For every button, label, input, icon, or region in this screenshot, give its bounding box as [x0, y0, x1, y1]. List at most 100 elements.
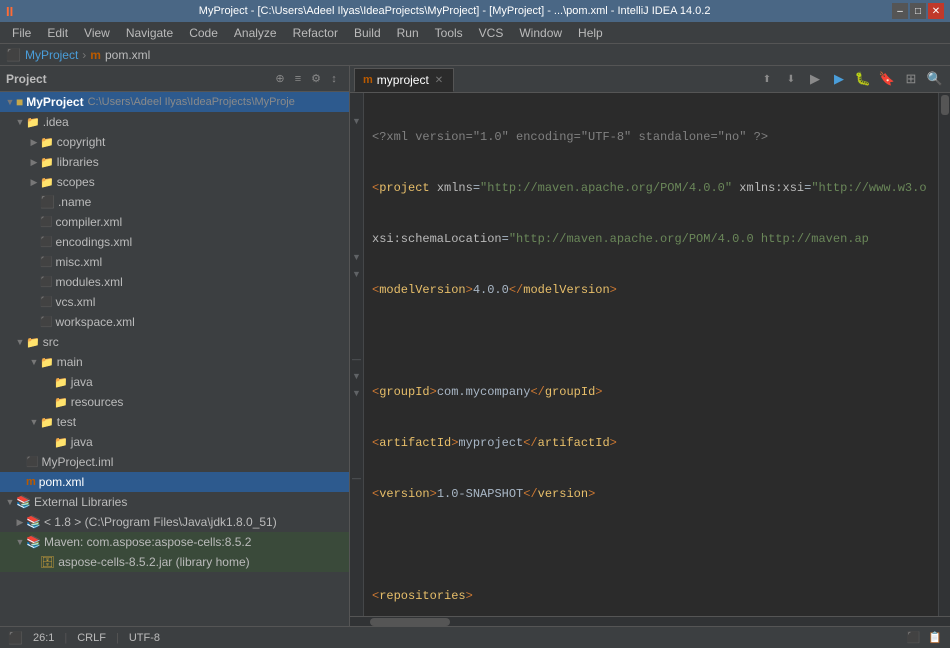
sort-icon[interactable]: ↕: [325, 70, 343, 88]
tree-label-resources: resources: [71, 395, 124, 409]
fold-mark[interactable]: [350, 146, 363, 163]
fold-mark[interactable]: [350, 418, 363, 435]
structure-icon[interactable]: ⊞: [900, 68, 922, 90]
nav-file-label[interactable]: pom.xml: [105, 48, 150, 62]
status-line-sep[interactable]: CRLF: [77, 632, 106, 644]
menu-run[interactable]: Run: [389, 22, 427, 43]
menu-edit[interactable]: Edit: [39, 22, 76, 43]
tree-label-myproject: MyProject: [26, 95, 83, 109]
collapse-all-icon[interactable]: ≡: [289, 70, 307, 88]
tree-item-libraries[interactable]: 📁 libraries: [0, 152, 349, 172]
tree-item-ext-libs[interactable]: 📚 External Libraries: [0, 492, 349, 512]
fold-mark[interactable]: [350, 401, 363, 418]
tree-item-workspace[interactable]: ⬛ workspace.xml: [0, 312, 349, 332]
fold-mark[interactable]: [350, 129, 363, 146]
scroll-down-icon[interactable]: ⬇: [780, 68, 802, 90]
menu-help[interactable]: Help: [570, 22, 611, 43]
menu-view[interactable]: View: [76, 22, 118, 43]
tree-item-myproject-iml[interactable]: ⬛ MyProject.iml: [0, 452, 349, 472]
settings-icon[interactable]: ⚙: [307, 70, 325, 88]
tree-item-pom[interactable]: m pom.xml: [0, 472, 349, 492]
tree-item-java-main[interactable]: 📁 java: [0, 372, 349, 392]
horizontal-scrollbar[interactable]: [350, 616, 950, 626]
arrow-jdk: [14, 517, 26, 528]
fold-mark[interactable]: [350, 197, 363, 214]
tree-item-misc[interactable]: ⬛ misc.xml: [0, 252, 349, 272]
menu-tools[interactable]: Tools: [427, 22, 471, 43]
tree-item-idea[interactable]: 📁 .idea: [0, 112, 349, 132]
menu-file[interactable]: File: [4, 22, 39, 43]
fold-mark[interactable]: [350, 180, 363, 197]
status-encoding[interactable]: UTF-8: [129, 632, 160, 644]
code-line-9: [372, 537, 938, 554]
tree-item-name[interactable]: ⬛ .name: [0, 192, 349, 212]
hscroll-thumb[interactable]: [370, 618, 450, 626]
close-button[interactable]: ✕: [928, 3, 944, 19]
tree-item-resources[interactable]: 📁 resources: [0, 392, 349, 412]
expand-icon[interactable]: ▶: [804, 68, 826, 90]
menu-window[interactable]: Window: [511, 22, 570, 43]
folder-icon-scopes: 📁: [40, 176, 54, 189]
tree-item-test[interactable]: 📁 test: [0, 412, 349, 432]
tree-item-main[interactable]: 📁 main: [0, 352, 349, 372]
search-icon[interactable]: 🔍: [924, 68, 946, 90]
tree-path-myproject: C:\Users\Adeel Ilyas\IdeaProjects\MyProj…: [88, 96, 295, 108]
fold-mark[interactable]: [350, 282, 363, 299]
tree-item-copyright[interactable]: 📁 copyright: [0, 132, 349, 152]
debug-icon[interactable]: 🐛: [852, 68, 874, 90]
fold-mark[interactable]: [350, 299, 363, 316]
fold-mark[interactable]: —: [350, 350, 363, 367]
menu-vcs[interactable]: VCS: [471, 22, 512, 43]
tree-item-encodings[interactable]: ⬛ encodings.xml: [0, 232, 349, 252]
tree-item-jdk[interactable]: 📚 < 1.8 > (C:\Program Files\Java\jdk1.8.…: [0, 512, 349, 532]
tree-item-java-test[interactable]: 📁 java: [0, 432, 349, 452]
fold-mark[interactable]: ▼: [350, 248, 363, 265]
right-scrollbar[interactable]: [938, 93, 950, 616]
fold-mark[interactable]: ▼: [350, 367, 363, 384]
tree-item-maven-aspose[interactable]: 📚 Maven: com.aspose:aspose-cells:8.5.2: [0, 532, 349, 552]
run-icon[interactable]: ▶: [828, 68, 850, 90]
tree-label-idea: .idea: [43, 115, 69, 129]
tree-item-compiler[interactable]: ⬛ compiler.xml: [0, 212, 349, 232]
fold-mark[interactable]: [350, 333, 363, 350]
bookmark-icon[interactable]: 🔖: [876, 68, 898, 90]
fold-mark[interactable]: [350, 231, 363, 248]
tree-label-myproject-iml: MyProject.iml: [41, 455, 113, 469]
fold-mark[interactable]: [350, 95, 363, 112]
fold-mark[interactable]: —: [350, 469, 363, 486]
tab-close-icon[interactable]: ✕: [433, 75, 445, 86]
tree-item-myproject[interactable]: ■ MyProject C:\Users\Adeel Ilyas\IdeaPro…: [0, 92, 349, 112]
git-icon[interactable]: ⬛: [907, 631, 921, 644]
tree-label-misc: misc.xml: [55, 255, 102, 269]
tree-item-modules[interactable]: ⬛ modules.xml: [0, 272, 349, 292]
code-editor[interactable]: <?xml version="1.0" encoding="UTF-8" sta…: [364, 93, 938, 616]
event-log-icon[interactable]: 📋: [928, 631, 942, 644]
menu-analyze[interactable]: Analyze: [226, 22, 285, 43]
menu-navigate[interactable]: Navigate: [118, 22, 181, 43]
project-panel-label[interactable]: Project: [6, 72, 271, 86]
file-icon-iml: ⬛: [26, 457, 38, 468]
tree-item-src[interactable]: 📁 src: [0, 332, 349, 352]
menu-build[interactable]: Build: [346, 22, 389, 43]
minimize-button[interactable]: –: [892, 3, 908, 19]
maximize-button[interactable]: □: [910, 3, 926, 19]
status-position[interactable]: 26:1: [33, 632, 54, 644]
scroll-up-icon[interactable]: ⬆: [756, 68, 778, 90]
fold-mark[interactable]: ▼: [350, 265, 363, 282]
fold-mark[interactable]: ▼: [350, 384, 363, 401]
fold-mark[interactable]: [350, 435, 363, 452]
tree-item-scopes[interactable]: 📁 scopes: [0, 172, 349, 192]
fold-mark[interactable]: [350, 316, 363, 333]
fold-mark[interactable]: ▼: [350, 112, 363, 129]
fold-mark[interactable]: [350, 452, 363, 469]
menu-code[interactable]: Code: [181, 22, 226, 43]
nav-project-label[interactable]: MyProject: [25, 48, 78, 62]
editor-tab-pom[interactable]: m myproject ✕: [354, 68, 454, 92]
tree-item-vcs[interactable]: ⬛ vcs.xml: [0, 292, 349, 312]
expand-all-icon[interactable]: ⊕: [271, 70, 289, 88]
fold-mark[interactable]: [350, 486, 363, 503]
fold-mark[interactable]: [350, 163, 363, 180]
tree-item-aspose-jar[interactable]: 🗄 aspose-cells-8.5.2.jar (library home): [0, 552, 349, 572]
fold-mark[interactable]: [350, 214, 363, 231]
menu-refactor[interactable]: Refactor: [285, 22, 346, 43]
